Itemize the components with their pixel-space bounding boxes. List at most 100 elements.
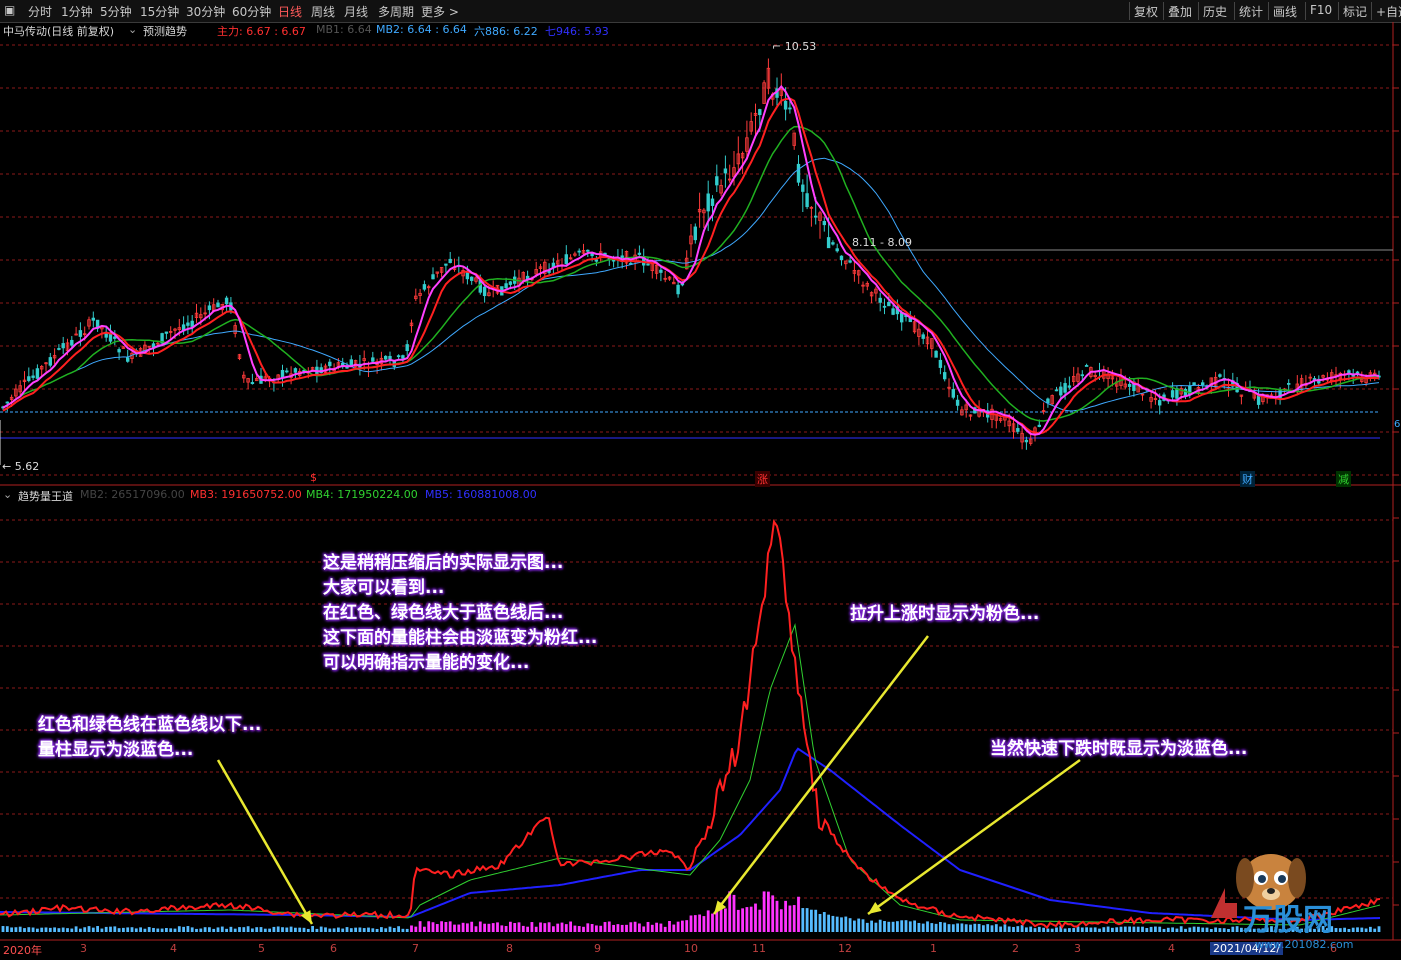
- volume-bar-blue: [1179, 926, 1183, 932]
- volume-bar-pink: [612, 924, 615, 932]
- volume-bar-pink: [560, 922, 564, 932]
- volume-bar-blue: [1, 926, 5, 932]
- volume-bar-pink: [715, 910, 719, 932]
- volume-bar-blue: [917, 922, 921, 932]
- volume-bar-blue: [367, 927, 370, 932]
- volume-bar-blue: [66, 928, 69, 932]
- candle-body: [405, 344, 409, 352]
- volume-bar-blue: [358, 927, 362, 932]
- candle-body: [207, 305, 212, 311]
- volume-bar-blue: [904, 920, 908, 932]
- volume-bar-blue: [311, 926, 314, 932]
- candle-body: [805, 193, 809, 208]
- volume-bar-blue: [354, 927, 357, 932]
- candle-body: [887, 302, 891, 307]
- volume-bar-blue: [1050, 928, 1054, 932]
- volume-bar-blue: [259, 927, 263, 932]
- candle-body: [396, 355, 401, 358]
- candle-body: [5, 401, 9, 404]
- volume-bar-blue: [1089, 927, 1093, 932]
- candle-body: [900, 312, 904, 323]
- ma-green-line: [2, 125, 1380, 422]
- volume-bar-blue: [380, 927, 383, 932]
- volume-bar-pink: [668, 921, 671, 932]
- candle-body: [91, 317, 95, 321]
- volume-bar-blue: [969, 924, 972, 932]
- note-line: 量柱显示为淡蓝色...: [38, 740, 194, 760]
- volume-bar-pink: [564, 924, 568, 932]
- volume-bar-pink: [603, 922, 607, 932]
- note-line: 大家可以看到...: [323, 578, 445, 598]
- candle-body: [57, 348, 61, 350]
- volume-bar-pink: [762, 891, 766, 932]
- candle-body: [35, 368, 40, 379]
- volume-bar-blue: [1158, 926, 1162, 932]
- volume-bar-blue: [160, 928, 164, 932]
- candle-body: [1080, 374, 1084, 377]
- volume-bar-blue: [53, 927, 56, 932]
- candle-body: [113, 336, 117, 339]
- volume-bar-blue: [328, 928, 332, 932]
- volume-bar-blue: [165, 928, 168, 932]
- volume-bar-pink: [788, 905, 792, 932]
- event-marker-rise[interactable]: 涨: [755, 471, 770, 487]
- level-price-label: 8.11 - 8.09: [852, 236, 912, 249]
- volume-bar-pink: [590, 924, 594, 932]
- volume-bar-pink: [607, 921, 611, 932]
- volume-bar-pink: [797, 896, 800, 932]
- volume-bar-pink: [702, 916, 706, 932]
- annotation-note-1: 这是稍稍压缩后的实际显示图... 大家可以看到... 在红色、绿色线大于蓝色线后…: [323, 551, 597, 676]
- volume-bar-blue: [973, 923, 977, 932]
- volume-bar-blue: [246, 926, 250, 932]
- candle-body: [349, 359, 353, 366]
- volume-bar-blue: [1145, 928, 1149, 932]
- volume-bar-blue: [156, 928, 160, 932]
- candle-body: [1170, 390, 1175, 398]
- candle-body: [783, 100, 788, 110]
- volume-bar-blue: [1033, 928, 1037, 932]
- candle-body: [164, 331, 169, 334]
- volume-bar-pink: [767, 891, 770, 932]
- volume-bar-blue: [362, 928, 366, 932]
- candle-body: [508, 281, 513, 285]
- volume-bar-pink: [681, 920, 684, 932]
- low-price-value: 5.62: [14, 460, 40, 473]
- volume-bar-blue: [315, 928, 319, 932]
- volume-bar-pink: [414, 926, 418, 932]
- candle-body: [801, 184, 805, 192]
- event-marker-dollar[interactable]: $: [310, 471, 317, 484]
- volume-bar-blue: [913, 920, 916, 932]
- volume-bar-pink: [530, 922, 534, 932]
- volume-bar-pink: [741, 908, 744, 932]
- volume-bar-blue: [242, 927, 246, 932]
- stock-chart[interactable]: [0, 0, 1401, 960]
- volume-bar-blue: [100, 928, 104, 932]
- candle-body: [388, 355, 392, 360]
- volume-bar-blue: [1029, 926, 1033, 932]
- volume-bar-blue: [40, 927, 44, 932]
- event-marker-finance[interactable]: 财: [1240, 471, 1255, 487]
- event-marker-reduce[interactable]: 减: [1336, 471, 1351, 487]
- volume-bar-pink: [517, 922, 521, 932]
- dog-mascot-icon: 万股网 www.201082.com: [1211, 854, 1353, 951]
- volume-bar-blue: [814, 909, 818, 932]
- volume-bar-pink: [539, 922, 542, 932]
- volume-bar-blue: [1175, 928, 1179, 932]
- volume-bar-blue: [1166, 927, 1170, 932]
- volume-bar-pink: [711, 913, 714, 932]
- volume-bar-blue: [173, 928, 177, 932]
- candle-body: [710, 198, 715, 206]
- candle-body: [878, 297, 882, 303]
- note-line: 这下面的量能柱会由淡蓝变为粉红...: [323, 628, 598, 648]
- volume-bar-blue: [345, 927, 349, 932]
- volume-bar-blue: [1068, 928, 1071, 932]
- candle-body: [383, 355, 388, 360]
- volume-bar-pink: [646, 921, 650, 932]
- candle-body: [637, 252, 642, 255]
- volume-bar-blue: [281, 927, 284, 932]
- volume-bar-blue: [1042, 927, 1045, 932]
- volume-bar-pink: [470, 921, 474, 932]
- volume-bar-blue: [835, 916, 839, 932]
- volume-bar-pink: [496, 922, 499, 932]
- volume-bar-blue: [982, 925, 985, 932]
